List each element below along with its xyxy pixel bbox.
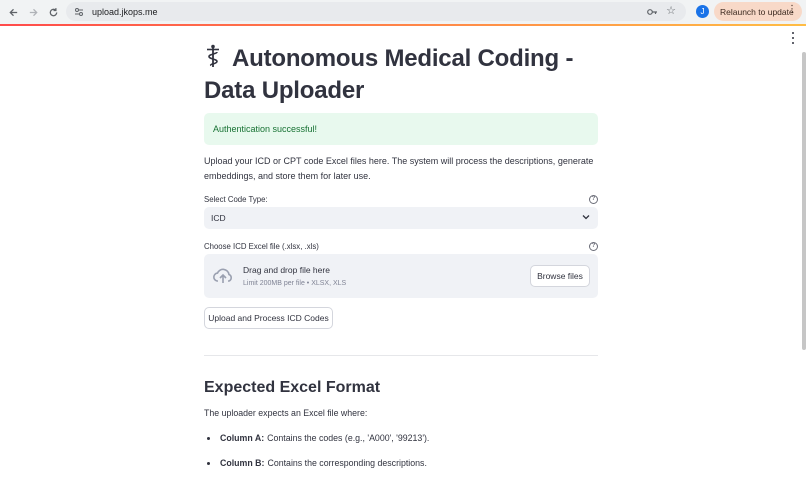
list-item: Column A: Contains the codes (e.g., 'A00…: [204, 433, 429, 443]
intro-paragraph: Upload your ICD or CPT code Excel files …: [204, 156, 594, 181]
bullet-text: Contains the corresponding descriptions.: [267, 458, 427, 468]
file-label-row: Choose ICD Excel file (.xlsx, .xls) ?: [204, 240, 598, 252]
code-type-label-row: Select Code Type: ?: [204, 193, 598, 205]
password-key-icon[interactable]: [646, 5, 658, 17]
file-label: Choose ICD Excel file (.xlsx, .xls): [204, 241, 319, 251]
format-heading: Expected Excel Format: [204, 379, 381, 396]
list-item: Column B: Contains the corresponding des…: [204, 458, 427, 468]
forward-arrow-icon[interactable]: [23, 2, 43, 22]
format-intro: The uploader expects an Excel file where…: [204, 408, 368, 418]
url-text: upload.jkops.me: [92, 6, 158, 17]
site-settings-icon[interactable]: [72, 5, 86, 19]
profile-avatar[interactable]: J: [696, 5, 709, 18]
help-icon[interactable]: ?: [589, 194, 598, 204]
cloud-upload-icon: [213, 268, 232, 283]
code-type-select[interactable]: ICD: [204, 207, 598, 229]
page-title: Autonomous Medical Coding - Data Uploade…: [204, 44, 598, 106]
app-menu-icon[interactable]: [788, 32, 798, 44]
bookmark-star-icon[interactable]: ☆: [666, 4, 676, 18]
address-bar[interactable]: upload.jkops.me ☆: [66, 2, 686, 21]
bullet-term: Column A:: [220, 433, 265, 443]
back-arrow-icon[interactable]: [3, 2, 23, 22]
main-content: Autonomous Medical Coding - Data Uploade…: [204, 44, 598, 468]
browse-files-button[interactable]: Browse files: [530, 265, 590, 287]
upload-process-button[interactable]: Upload and Process ICD Codes: [204, 307, 333, 329]
reload-icon[interactable]: [43, 2, 63, 22]
dropzone-limit: Limit 200MB per file • XLSX, XLS: [243, 280, 347, 287]
bullet-text: Contains the codes (e.g., 'A000', '99213…: [267, 433, 430, 443]
bullet-term: Column B:: [220, 458, 265, 468]
relaunch-button[interactable]: Relaunch to update ⋮: [714, 2, 802, 21]
help-icon[interactable]: ?: [589, 241, 598, 251]
chevron-down-icon: [582, 215, 590, 220]
code-type-selected: ICD: [211, 213, 226, 223]
caduceus-icon: [204, 44, 224, 76]
relaunch-label: Relaunch to update: [720, 6, 794, 17]
code-type-label: Select Code Type:: [204, 194, 268, 204]
dropzone-title: Drag and drop file here: [243, 265, 330, 275]
scrollbar[interactable]: [802, 52, 806, 350]
page-title-text: Autonomous Medical Coding - Data Uploade…: [204, 45, 574, 104]
section-divider: [204, 355, 598, 356]
success-alert: Authentication successful!: [204, 113, 598, 145]
file-dropzone[interactable]: Drag and drop file here Limit 200MB per …: [204, 254, 598, 298]
app-header-decoration: [0, 24, 806, 26]
browser-menu-icon[interactable]: ⋮: [787, 4, 797, 15]
success-alert-text: Authentication successful!: [213, 124, 318, 134]
